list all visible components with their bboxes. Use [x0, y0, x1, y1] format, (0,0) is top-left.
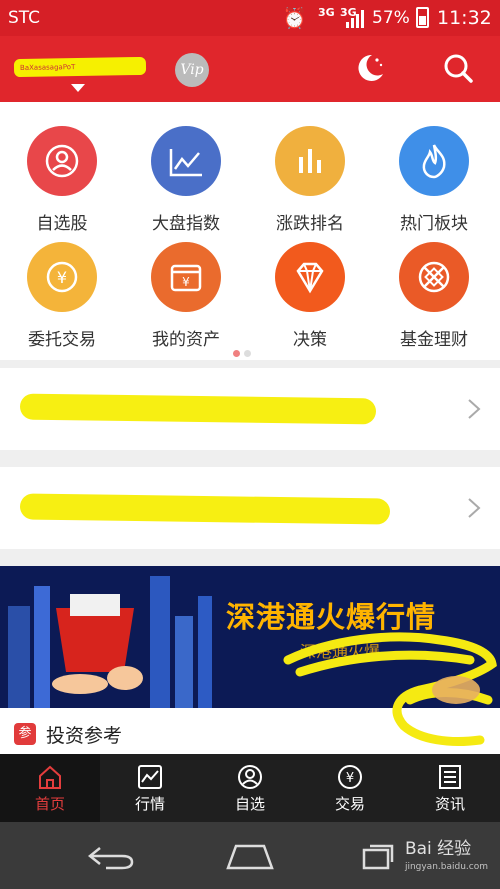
grid-item-watchlist[interactable]: 自选股 [0, 126, 124, 234]
grid-item-label: 委托交易 [28, 330, 96, 350]
status-bar: STC ⏰ 3G 3G 57% 11:32 [0, 0, 500, 36]
account-dropdown-icon[interactable] [71, 84, 85, 92]
redacted-text [19, 393, 377, 425]
baidu-watermark: Bai 经验 jingyan.baidu.com [405, 834, 488, 872]
search-icon[interactable] [440, 50, 476, 86]
grid-item-decision[interactable]: 决策 [248, 242, 372, 350]
network-type-label: 3G [318, 6, 335, 19]
signal-icon [346, 10, 364, 28]
banner-subtitle: 深港通火爆... [300, 642, 396, 661]
news-icon [439, 765, 461, 789]
grid-item-label: 决策 [293, 330, 327, 350]
watermark-url: jingyan.baidu.com [404, 862, 488, 872]
city-skyline-illustration [0, 566, 500, 708]
system-nav-bar: Bai 经验 jingyan.baidu.com [0, 822, 500, 889]
yen-coin-icon: ¥ [27, 242, 97, 312]
tab-market[interactable]: 行情 [100, 754, 200, 822]
yen-icon: ¥ [338, 765, 362, 789]
battery-percent: 57% [372, 8, 410, 28]
section-title: 投资参考 [46, 725, 123, 747]
user-circle-icon [27, 126, 97, 196]
user-icon [238, 765, 262, 789]
bottom-tab-bar: 首页 行情 自选 ¥ 交易 资讯 [0, 754, 500, 822]
bar-chart-icon [275, 126, 345, 196]
page-dot [244, 350, 251, 357]
page-dot-active [233, 350, 240, 357]
svg-text:¥: ¥ [182, 275, 190, 289]
diamond-icon [275, 242, 345, 312]
svg-text:¥: ¥ [57, 268, 67, 287]
function-grid: 自选股 大盘指数 涨跌排名 热门板块 ¥ 委托交易 ¥ 我的资产 决策 基金理财 [0, 102, 500, 360]
grid-item-funds[interactable]: 基金理财 [372, 242, 496, 350]
chevron-right-icon [468, 399, 481, 419]
grid-item-label: 基金理财 [400, 330, 468, 350]
news-row[interactable] [0, 368, 500, 450]
tab-label: 自选 [234, 795, 265, 813]
tab-home[interactable]: 首页 [0, 754, 100, 822]
line-chart-icon [151, 126, 221, 196]
flame-icon [399, 126, 469, 196]
fund-icon [399, 242, 469, 312]
recent-apps-icon[interactable] [362, 842, 396, 870]
back-icon[interactable] [86, 844, 136, 870]
grid-item-trade[interactable]: ¥ 委托交易 [0, 242, 124, 350]
clock: 11:32 [437, 7, 492, 29]
grid-item-label: 涨跌排名 [276, 214, 344, 234]
watermark-brand: Bai 经验 [404, 839, 472, 859]
tab-label: 首页 [34, 795, 65, 813]
grid-item-hot-sectors[interactable]: 热门板块 [372, 126, 496, 234]
home-icon [39, 765, 61, 789]
grid-item-ranking[interactable]: 涨跌排名 [248, 126, 372, 234]
account-name[interactable]: BaXasasagaPoT [13, 56, 147, 78]
page-indicator [233, 342, 255, 361]
redacted-text [19, 493, 391, 525]
wallet-icon: ¥ [151, 242, 221, 312]
grid-item-label: 大盘指数 [152, 214, 220, 234]
tab-watchlist[interactable]: 自选 [200, 754, 300, 822]
tab-trade[interactable]: ¥ 交易 [300, 754, 400, 822]
news-row[interactable] [0, 467, 500, 549]
chevron-right-icon [468, 498, 481, 518]
tab-label: 交易 [334, 795, 365, 813]
investment-reference-section[interactable]: 参 投资参考 [0, 708, 500, 754]
app-header: BaXasasagaPoT Vip [0, 36, 500, 102]
tab-label: 资讯 [434, 795, 465, 813]
banner-title: 深港通火爆行情 [226, 600, 437, 634]
carrier-label: STC [8, 8, 41, 28]
grid-item-market-index[interactable]: 大盘指数 [124, 126, 248, 234]
battery-icon [416, 7, 429, 28]
tab-label: 行情 [134, 795, 165, 813]
chart-icon [138, 765, 162, 789]
promo-banner[interactable]: 深港通火爆行情 深港通火爆... [0, 566, 500, 708]
svg-text:¥: ¥ [346, 771, 354, 786]
grid-item-label: 我的资产 [152, 330, 220, 350]
night-mode-icon[interactable] [352, 50, 388, 86]
grid-item-label: 自选股 [36, 214, 88, 234]
grid-item-label: 热门板块 [400, 214, 468, 234]
alarm-icon: ⏰ [282, 6, 307, 30]
vip-badge[interactable]: Vip [175, 53, 209, 87]
grid-item-assets[interactable]: ¥ 我的资产 [124, 242, 248, 350]
section-badge: 参 [14, 723, 36, 745]
home-nav-icon[interactable] [224, 840, 276, 872]
tab-news[interactable]: 资讯 [400, 754, 500, 822]
